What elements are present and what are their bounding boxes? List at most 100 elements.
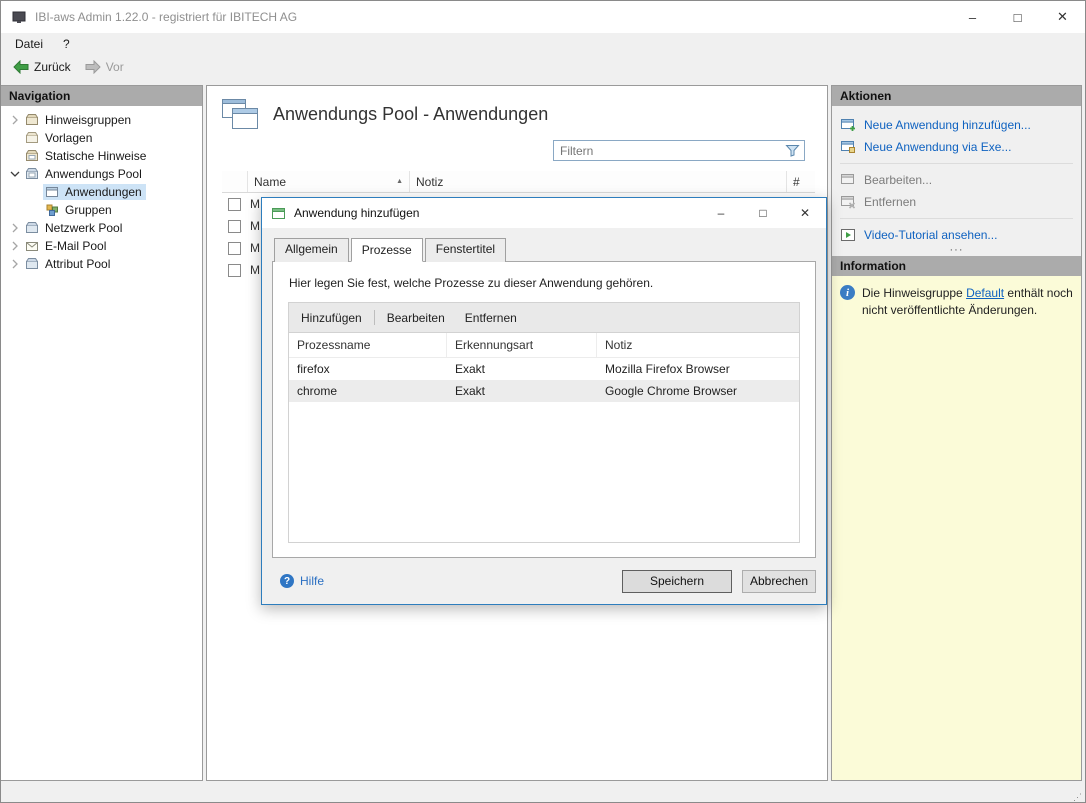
- email-pool-icon: [25, 239, 41, 253]
- nav-label: Statische Hinweise: [45, 149, 146, 163]
- process-column-header[interactable]: Prozessname: [289, 333, 447, 357]
- process-add-button[interactable]: Hinzufügen: [291, 307, 372, 329]
- row-checkbox[interactable]: [228, 220, 241, 233]
- panel-splitter[interactable]: ···: [832, 246, 1081, 256]
- nav-item-vorlagen[interactable]: Vorlagen: [1, 129, 202, 147]
- save-button[interactable]: Speichern: [622, 570, 732, 593]
- process-edit-button[interactable]: Bearbeiten: [377, 307, 455, 329]
- hinweisgruppen-icon: [25, 113, 41, 127]
- main-header: Anwendungs Pool - Anwendungen: [207, 86, 827, 130]
- filter-box: [553, 140, 805, 161]
- filter-funnel-icon[interactable]: [785, 144, 800, 157]
- process-name: firefox: [289, 358, 447, 380]
- new-application-exe-icon: [840, 140, 856, 154]
- dialog-minimize-button[interactable]: –: [700, 198, 742, 228]
- titlebar: IBI-aws Admin 1.22.0 - registriert für I…: [1, 1, 1085, 33]
- row-checkbox[interactable]: [228, 198, 241, 211]
- information-text: Die Hinweisgruppe Default enthält noch n…: [862, 285, 1073, 320]
- info-text-before: Die Hinweisgruppe: [862, 286, 966, 300]
- minimize-button[interactable]: –: [950, 1, 995, 33]
- process-row-chrome[interactable]: chrome Exakt Google Chrome Browser: [289, 380, 799, 402]
- video-tutorial-icon: [840, 228, 856, 242]
- forward-arrow-icon: [85, 60, 101, 74]
- tab-allgemein[interactable]: Allgemein: [274, 238, 349, 262]
- menu-datei[interactable]: Datei: [5, 35, 53, 53]
- nav-item-hinweisgruppen[interactable]: Hinweisgruppen: [1, 111, 202, 129]
- maximize-button[interactable]: □: [995, 1, 1040, 33]
- window-controls: – □ ✕: [950, 1, 1085, 33]
- help-link[interactable]: ? Hilfe: [280, 574, 324, 588]
- dialog-tabs: Allgemein Prozesse Fenstertitel: [274, 238, 816, 261]
- nav-label: Anwendungs Pool: [45, 167, 142, 181]
- name-column-header[interactable]: Name ▲: [248, 171, 410, 192]
- row-name: M: [241, 197, 260, 211]
- nav-item-anwendungen[interactable]: Anwendungen: [1, 183, 202, 201]
- nav-item-netzwerk-pool[interactable]: Netzwerk Pool: [1, 219, 202, 237]
- process-remove-button[interactable]: Entfernen: [455, 307, 527, 329]
- count-column-header[interactable]: #: [787, 171, 815, 192]
- process-row-firefox[interactable]: firefox Exakt Mozilla Firefox Browser: [289, 358, 799, 380]
- gruppen-icon: [45, 203, 61, 217]
- chevron-right-icon[interactable]: [6, 259, 23, 269]
- nav-label: Attribut Pool: [45, 257, 110, 271]
- action-new-application[interactable]: Neue Anwendung hinzufügen...: [838, 114, 1075, 136]
- right-panel: Aktionen Neue Anwendung hinzufügen... Ne…: [831, 85, 1082, 781]
- menu-help[interactable]: ?: [53, 35, 80, 53]
- nav-item-attribut-pool[interactable]: Attribut Pool: [1, 255, 202, 273]
- help-label: Hilfe: [300, 574, 324, 588]
- action-video-tutorial[interactable]: Video-Tutorial ansehen...: [838, 224, 1075, 246]
- navigation-tree: Hinweisgruppen Vorlagen Statische Hinwei…: [1, 106, 202, 273]
- nav-item-anwendungs-pool[interactable]: Anwendungs Pool: [1, 165, 202, 183]
- row-checkbox[interactable]: [228, 242, 241, 255]
- back-button[interactable]: Zurück: [7, 58, 77, 76]
- row-name: M: [241, 263, 260, 277]
- nav-label: Anwendungen: [65, 185, 142, 199]
- chevron-right-icon[interactable]: [6, 223, 23, 233]
- forward-label: Vor: [106, 60, 124, 74]
- page-title: Anwendungs Pool - Anwendungen: [273, 104, 548, 125]
- action-new-application-via-exe[interactable]: Neue Anwendung via Exe...: [838, 136, 1075, 158]
- row-name: M: [241, 241, 260, 255]
- note-column-header[interactable]: Notiz: [597, 333, 799, 357]
- help-icon: ?: [280, 574, 294, 588]
- navigation-toolbar: Zurück Vor: [1, 54, 1085, 79]
- back-label: Zurück: [34, 60, 71, 74]
- nav-item-gruppen[interactable]: Gruppen: [1, 201, 202, 219]
- close-button[interactable]: ✕: [1040, 1, 1085, 33]
- dialog-close-button[interactable]: ✕: [784, 198, 826, 228]
- dialog-description: Hier legen Sie fest, welche Prozesse zu …: [273, 262, 815, 290]
- nav-label: Gruppen: [65, 203, 112, 217]
- nav-item-email-pool[interactable]: E-Mail Pool: [1, 237, 202, 255]
- info-icon: i: [840, 285, 855, 300]
- action-edit[interactable]: Bearbeiten...: [838, 169, 1075, 191]
- tab-fenstertitel[interactable]: Fenstertitel: [425, 238, 506, 262]
- edit-icon: [840, 173, 856, 187]
- action-label: Entfernen: [864, 195, 916, 209]
- cancel-button[interactable]: Abbrechen: [742, 570, 816, 593]
- tab-content-prozesse: Hier legen Sie fest, welche Prozesse zu …: [272, 261, 816, 558]
- resize-grip-icon[interactable]: ⋰: [1073, 792, 1085, 802]
- filter-input[interactable]: [554, 144, 785, 158]
- default-group-link[interactable]: Default: [966, 286, 1004, 300]
- chevron-down-icon[interactable]: [6, 169, 23, 179]
- nav-item-statische-hinweise[interactable]: Statische Hinweise: [1, 147, 202, 165]
- row-checkbox[interactable]: [228, 264, 241, 277]
- chevron-right-icon[interactable]: [6, 241, 23, 251]
- process-note: Google Chrome Browser: [597, 380, 799, 402]
- dialog-body: Allgemein Prozesse Fenstertitel Hier leg…: [262, 228, 826, 558]
- notiz-column-header[interactable]: Notiz: [410, 171, 787, 192]
- window-title: IBI-aws Admin 1.22.0 - registriert für I…: [35, 10, 950, 24]
- applications-table-header: Name ▲ Notiz #: [222, 171, 815, 193]
- dialog-maximize-button[interactable]: □: [742, 198, 784, 228]
- checkbox-column-header[interactable]: [222, 171, 248, 192]
- separator: [840, 163, 1073, 164]
- process-table-empty-area: [289, 402, 799, 542]
- action-remove[interactable]: Entfernen: [838, 191, 1075, 213]
- forward-button[interactable]: Vor: [79, 58, 130, 76]
- vorlagen-icon: [25, 131, 41, 145]
- chevron-right-icon[interactable]: [6, 115, 23, 125]
- attribut-pool-icon: [25, 257, 41, 271]
- tab-prozesse[interactable]: Prozesse: [351, 238, 423, 262]
- detection-column-header[interactable]: Erkennungsart: [447, 333, 597, 357]
- actions-header: Aktionen: [832, 86, 1081, 106]
